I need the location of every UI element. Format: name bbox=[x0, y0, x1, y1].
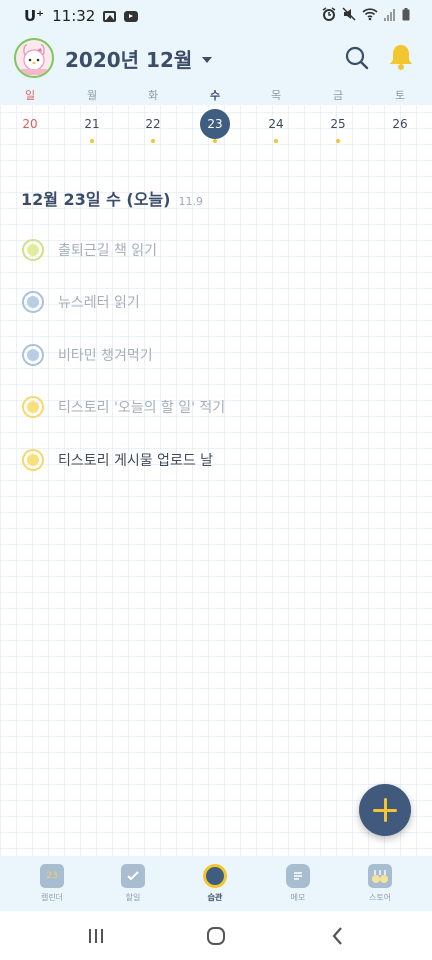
wifi-icon bbox=[362, 7, 378, 25]
weekday-label: 토 bbox=[394, 89, 406, 102]
task-checkbox[interactable] bbox=[22, 239, 44, 261]
battery-icon bbox=[402, 7, 410, 25]
gallery-notification-icon bbox=[103, 10, 117, 22]
nav-calendar[interactable]: 23 캘린더 bbox=[17, 864, 87, 903]
date-cell[interactable]: 25 bbox=[323, 109, 353, 139]
habit-icon bbox=[203, 864, 227, 888]
back-button[interactable] bbox=[325, 923, 351, 949]
weekday-header: 일 월 화 수 목 금 토 bbox=[0, 84, 432, 105]
character-avatar-icon bbox=[21, 44, 47, 75]
task-label: 비타민 챙겨먹기 bbox=[58, 348, 153, 364]
task-label: 티스토리 '오늘의 할 일' 적기 bbox=[58, 400, 226, 416]
calendar-icon: 23 bbox=[40, 864, 64, 888]
recent-apps-button[interactable] bbox=[83, 923, 109, 949]
add-task-button[interactable] bbox=[359, 784, 411, 836]
home-icon bbox=[207, 927, 225, 945]
event-dot bbox=[213, 139, 217, 143]
nav-todo[interactable]: 할일 bbox=[98, 864, 168, 903]
store-icon bbox=[368, 864, 392, 888]
task-label: 출퇴근길 책 읽기 bbox=[58, 243, 158, 259]
weekday-label: 금 bbox=[332, 89, 344, 102]
bell-icon bbox=[390, 45, 412, 70]
task-item[interactable]: 티스토리 '오늘의 할 일' 적기 bbox=[22, 394, 225, 420]
notification-button[interactable] bbox=[388, 43, 414, 71]
date-cell[interactable]: 21 bbox=[77, 109, 107, 139]
weekday-label: 일 bbox=[24, 89, 36, 102]
recent-apps-icon bbox=[89, 929, 103, 943]
event-dot bbox=[151, 139, 155, 143]
selected-day-header: 12월 23일 수 (오늘) 11.9 bbox=[21, 186, 203, 210]
nav-habit[interactable]: 습관 bbox=[180, 864, 250, 903]
event-dot bbox=[90, 139, 94, 143]
search-icon bbox=[345, 46, 369, 70]
task-checkbox[interactable] bbox=[22, 396, 44, 418]
task-label: 티스토리 게시물 업로드 날 bbox=[58, 453, 214, 469]
week-strip: 20 21 22 23 24 25 26 bbox=[0, 105, 432, 150]
search-button[interactable] bbox=[344, 45, 370, 71]
task-item[interactable]: 티스토리 게시물 업로드 날 bbox=[22, 447, 213, 473]
task-label: 뉴스레터 읽기 bbox=[58, 295, 140, 311]
date-cell[interactable]: 24 bbox=[261, 109, 291, 139]
checkbox-icon bbox=[121, 864, 145, 888]
carrier-label: U⁺ bbox=[24, 7, 45, 25]
weekday-label: 수 bbox=[209, 89, 221, 102]
event-dot bbox=[274, 139, 278, 143]
date-cell[interactable]: 20 bbox=[15, 109, 45, 139]
date-cell[interactable]: 22 bbox=[138, 109, 168, 139]
alarm-icon bbox=[322, 7, 336, 25]
nav-label: 할일 bbox=[125, 893, 141, 902]
avatar[interactable] bbox=[14, 38, 54, 78]
nav-label: 습관 bbox=[207, 893, 223, 902]
nav-label: 메모 bbox=[290, 893, 306, 902]
weekday-label: 화 bbox=[147, 89, 159, 102]
bottom-navigation: 23 캘린더 할일 습관 메모 스토어 bbox=[0, 856, 432, 911]
status-bar: U⁺ 11:32 bbox=[0, 0, 432, 32]
task-checkbox[interactable] bbox=[22, 291, 44, 313]
event-dot bbox=[336, 139, 340, 143]
mute-icon bbox=[342, 7, 356, 25]
date-cell-today[interactable]: 23 bbox=[200, 109, 230, 139]
nav-label: 캘린더 bbox=[40, 893, 64, 902]
memo-icon bbox=[286, 864, 310, 888]
clock: 11:32 bbox=[52, 7, 96, 25]
task-checkbox[interactable] bbox=[22, 449, 44, 471]
task-checkbox[interactable] bbox=[22, 344, 44, 366]
task-item[interactable]: 출퇴근길 책 읽기 bbox=[22, 237, 157, 263]
weekday-label: 목 bbox=[270, 89, 282, 102]
back-icon bbox=[332, 927, 342, 945]
nav-memo[interactable]: 메모 bbox=[263, 864, 333, 903]
status-left: U⁺ 11:32 bbox=[24, 7, 139, 25]
home-button[interactable] bbox=[203, 923, 229, 949]
status-right bbox=[322, 7, 410, 25]
app-header: 2020년 12월 bbox=[0, 32, 432, 84]
weekday-label: 월 bbox=[86, 89, 98, 102]
nav-label: 스토어 bbox=[368, 893, 392, 902]
nav-store[interactable]: 스토어 bbox=[345, 864, 415, 903]
signal-icon bbox=[384, 7, 396, 25]
selected-day-title: 12월 23일 수 (오늘) bbox=[21, 190, 171, 209]
month-dropdown-icon[interactable] bbox=[202, 56, 213, 63]
date-cell[interactable]: 26 bbox=[385, 109, 415, 139]
task-item[interactable]: 비타민 챙겨먹기 bbox=[22, 342, 153, 368]
month-title[interactable]: 2020년 12월 bbox=[65, 44, 192, 73]
system-navigation-bar bbox=[0, 911, 432, 960]
lunar-date: 11.9 bbox=[178, 195, 203, 208]
task-item[interactable]: 뉴스레터 읽기 bbox=[22, 289, 140, 315]
youtube-notification-icon bbox=[124, 10, 139, 22]
